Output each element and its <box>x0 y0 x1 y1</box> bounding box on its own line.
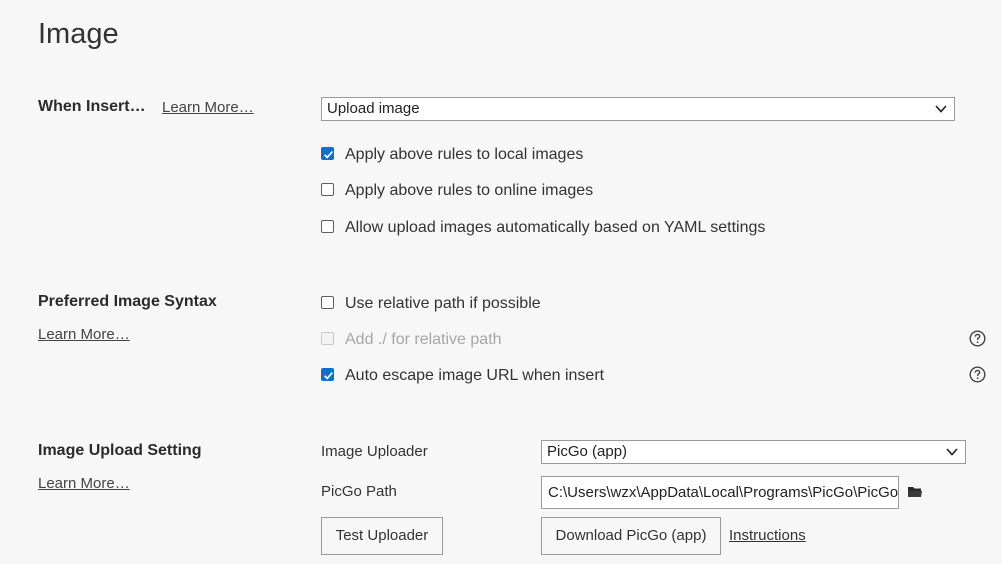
option-local-images-label: Apply above rules to local images <box>345 146 584 163</box>
picgo-path-input[interactable]: C:\Users\wzx\AppData\Local\Programs\PicG… <box>541 476 899 509</box>
checkbox-online-images[interactable] <box>321 183 334 196</box>
page-title: Image <box>38 18 119 50</box>
checkbox-local-images[interactable] <box>321 147 334 160</box>
when-insert-select-value: Upload image <box>327 100 420 117</box>
option-online-images[interactable]: Apply above rules to online images <box>321 181 821 201</box>
upload-setting-learn-more-link[interactable]: Learn More… <box>38 474 130 494</box>
when-insert-select[interactable]: Upload image <box>321 97 955 121</box>
question-circle-icon[interactable] <box>969 366 986 383</box>
chevron-down-icon <box>935 105 947 113</box>
test-uploader-button[interactable]: Test Uploader <box>321 517 443 555</box>
preferred-syntax-label: Preferred Image Syntax <box>38 293 217 310</box>
question-circle-icon[interactable] <box>969 330 986 347</box>
option-add-dot-slash: Add ./ for relative path <box>321 330 821 350</box>
instructions-link[interactable]: Instructions <box>729 526 806 546</box>
option-local-images[interactable]: Apply above rules to local images <box>321 145 821 165</box>
upload-setting-label: Image Upload Setting <box>38 442 202 459</box>
image-uploader-select-value: PicGo (app) <box>547 443 628 460</box>
picgo-path-label: PicGo Path <box>321 483 397 500</box>
image-uploader-select[interactable]: PicGo (app) <box>541 440 966 464</box>
checkbox-add-dot-slash <box>321 332 334 345</box>
option-yaml-upload[interactable]: Allow upload images automatically based … <box>321 218 821 238</box>
option-online-images-label: Apply above rules to online images <box>345 182 594 199</box>
checkmark-icon <box>323 372 334 380</box>
checkmark-icon <box>323 151 334 159</box>
option-relative-path[interactable]: Use relative path if possible <box>321 294 821 314</box>
option-add-dot-slash-label: Add ./ for relative path <box>345 331 502 348</box>
option-relative-path-label: Use relative path if possible <box>345 295 541 312</box>
download-picgo-button[interactable]: Download PicGo (app) <box>541 517 721 555</box>
checkbox-auto-escape[interactable] <box>321 368 334 381</box>
option-auto-escape[interactable]: Auto escape image URL when insert <box>321 366 821 386</box>
folder-icon[interactable] <box>907 485 923 499</box>
when-insert-label: When Insert… <box>38 98 146 115</box>
option-yaml-upload-label: Allow upload images automatically based … <box>345 219 766 236</box>
preferred-syntax-learn-more-link[interactable]: Learn More… <box>38 325 130 345</box>
when-insert-learn-more-link[interactable]: Learn More… <box>162 98 254 118</box>
image-uploader-label: Image Uploader <box>321 443 428 460</box>
chevron-down-icon <box>946 448 958 456</box>
option-auto-escape-label: Auto escape image URL when insert <box>345 367 605 384</box>
checkbox-relative-path[interactable] <box>321 296 334 309</box>
checkbox-yaml-upload[interactable] <box>321 220 334 233</box>
